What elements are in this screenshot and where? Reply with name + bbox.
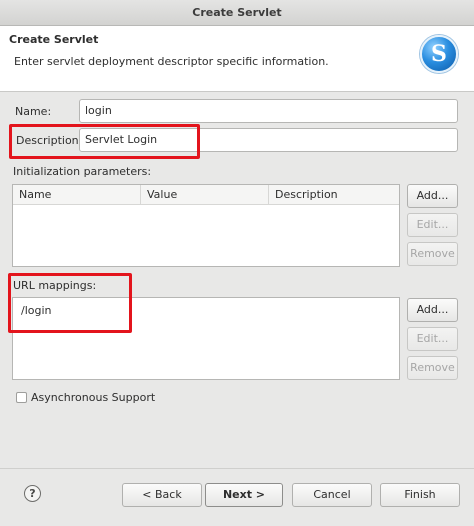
servlet-s-logo-icon: S xyxy=(420,35,458,73)
column-header-name[interactable]: Name xyxy=(13,185,141,205)
list-item[interactable]: /login xyxy=(21,304,52,317)
back-button[interactable]: < Back xyxy=(122,483,202,507)
url-mappings-edit-button[interactable]: Edit... xyxy=(407,327,458,351)
name-field[interactable]: login xyxy=(79,99,458,123)
init-params-edit-button[interactable]: Edit... xyxy=(407,213,458,237)
window-title: Create Servlet xyxy=(0,0,474,26)
finish-button[interactable]: Finish xyxy=(380,483,460,507)
async-support-label: Asynchronous Support xyxy=(31,391,156,404)
banner-title: Create Servlet xyxy=(9,33,99,46)
init-params-add-button[interactable]: Add... xyxy=(407,184,458,208)
url-mappings-list[interactable]: /login xyxy=(12,297,400,380)
column-header-value[interactable]: Value xyxy=(141,185,269,205)
async-support-checkbox[interactable] xyxy=(16,392,27,403)
url-mappings-label: URL mappings: xyxy=(13,279,97,292)
url-mappings-remove-button[interactable]: Remove xyxy=(407,356,458,380)
next-button[interactable]: Next > xyxy=(205,483,283,507)
init-params-table-header: Name Value Description xyxy=(13,185,399,205)
footer-separator xyxy=(0,468,474,469)
cancel-button[interactable]: Cancel xyxy=(292,483,372,507)
name-label: Name: xyxy=(15,105,52,118)
init-params-remove-button[interactable]: Remove xyxy=(407,242,458,266)
help-icon[interactable]: ? xyxy=(24,485,41,502)
column-header-description[interactable]: Description xyxy=(269,185,399,205)
description-field[interactable]: Servlet Login xyxy=(79,128,458,152)
banner-description: Enter servlet deployment descriptor spec… xyxy=(14,55,329,68)
url-mappings-add-button[interactable]: Add... xyxy=(407,298,458,322)
description-label: Description: xyxy=(16,134,83,147)
wizard-banner: Create Servlet Enter servlet deployment … xyxy=(0,26,474,92)
init-params-table[interactable]: Name Value Description xyxy=(12,184,400,267)
init-params-label: Initialization parameters: xyxy=(13,165,152,178)
